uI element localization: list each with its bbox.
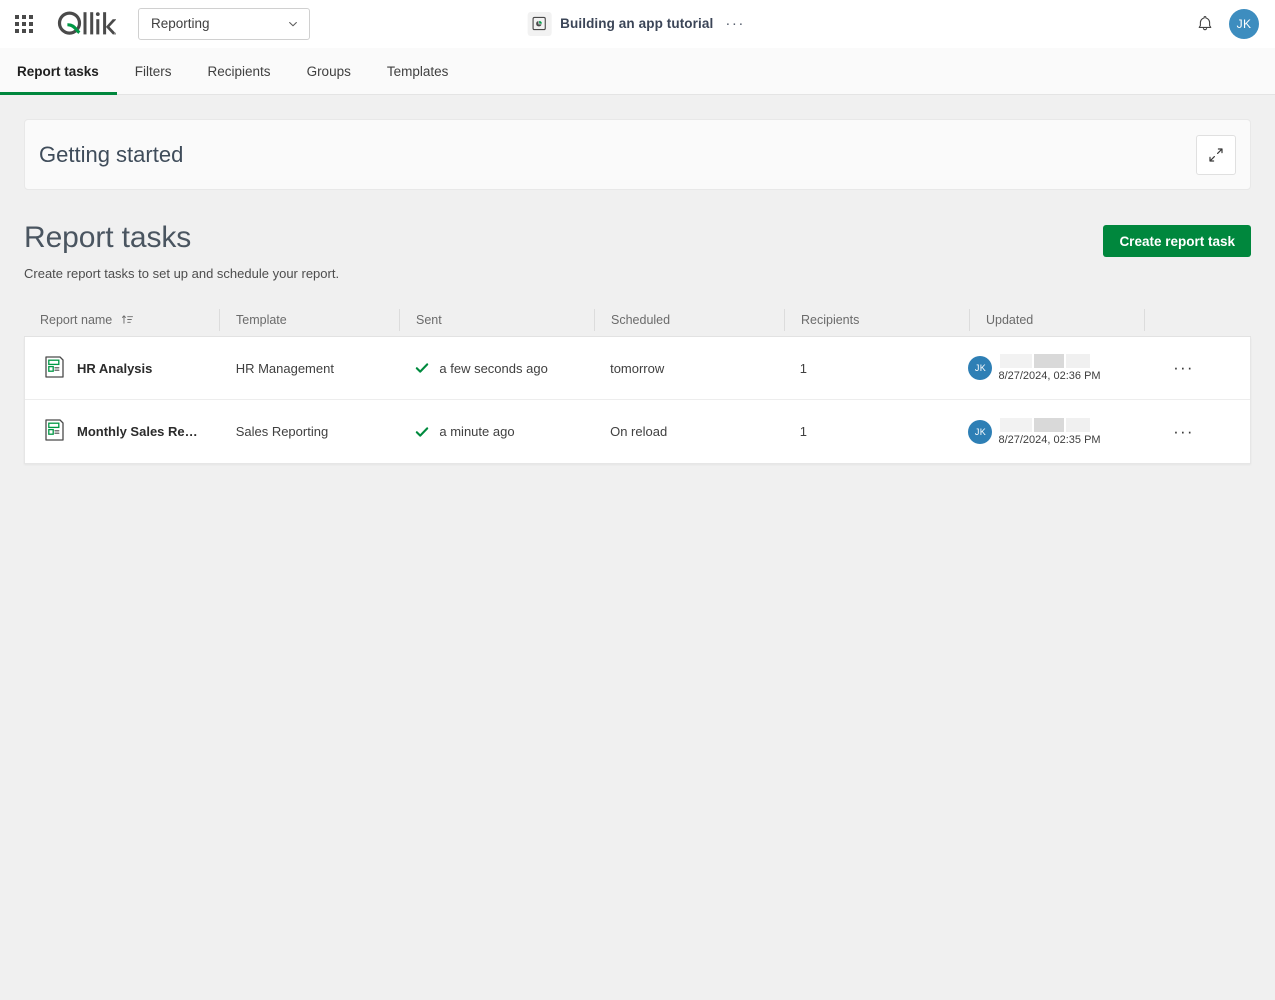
table-body: HR Analysis HR Management a few seconds … xyxy=(24,337,1251,464)
cell-report-name: HR Analysis xyxy=(25,355,220,382)
tab-label: Groups xyxy=(306,63,351,79)
tab-label: Templates xyxy=(386,63,449,79)
row-more-menu-button[interactable]: ··· xyxy=(1169,422,1198,442)
report-name-label: HR Analysis xyxy=(77,360,153,376)
column-label: Template xyxy=(236,312,287,327)
updated-timestamp: 8/27/2024, 02:36 PM xyxy=(998,370,1101,382)
cell-template: HR Management xyxy=(235,360,334,376)
getting-started-card: Getting started xyxy=(24,119,1251,190)
cell-updated: JK 8/27/2024, 02:35 PM xyxy=(968,417,1143,446)
page-header: Report tasks Create report tasks to set … xyxy=(24,221,1251,281)
app-title: Building an app tutorial xyxy=(560,16,714,31)
column-header-updated[interactable]: Updated xyxy=(969,308,1144,331)
avatar: JK xyxy=(968,419,993,444)
report-tasks-table: Report name Template Sent Scheduled Reci… xyxy=(24,303,1251,464)
tab-templates[interactable]: Templates xyxy=(369,48,467,94)
sent-label: a minute ago xyxy=(439,424,515,439)
cell-recipients: 1 xyxy=(799,360,807,376)
tab-bar: Report tasks Filters Recipients Groups T… xyxy=(0,48,1275,95)
column-label: Recipients xyxy=(801,312,860,327)
report-document-icon xyxy=(44,418,66,445)
column-label: Report name xyxy=(40,312,113,327)
updated-timestamp: 8/27/2024, 02:35 PM xyxy=(998,433,1101,446)
report-document-icon xyxy=(44,355,66,382)
create-report-task-button[interactable]: Create report task xyxy=(1103,225,1251,257)
cell-scheduled: tomorrow xyxy=(610,360,665,376)
chevron-down-icon xyxy=(289,21,297,26)
cell-template: Sales Reporting xyxy=(235,424,329,439)
main-content: Getting started Report tasks Create repo… xyxy=(0,119,1275,464)
row-more-menu-button[interactable]: ··· xyxy=(1169,358,1198,378)
check-icon xyxy=(415,361,429,375)
cell-report-name: Monthly Sales Rep… xyxy=(25,418,220,445)
cell-updated: JK 8/27/2024, 02:36 PM xyxy=(968,354,1143,382)
column-header-report-name[interactable]: Report name xyxy=(24,309,219,331)
avatar: JK xyxy=(968,356,993,380)
expand-arrows-icon[interactable] xyxy=(1196,134,1236,175)
tab-filters[interactable]: Filters xyxy=(117,48,190,94)
cell-scheduled: On reload xyxy=(610,424,668,439)
tab-label: Recipients xyxy=(207,63,271,79)
column-label: Updated xyxy=(986,312,1034,327)
tab-report-tasks[interactable]: Report tasks xyxy=(0,48,117,95)
column-header-actions xyxy=(1144,308,1251,331)
user-avatar[interactable]: JK xyxy=(1229,8,1259,39)
column-header-recipients[interactable]: Recipients xyxy=(784,308,969,331)
tab-groups[interactable]: Groups xyxy=(289,48,369,94)
column-label: Scheduled xyxy=(611,312,671,327)
column-label: Sent xyxy=(416,312,442,327)
top-bar-actions: JK xyxy=(1195,8,1275,39)
column-header-sent[interactable]: Sent xyxy=(399,308,594,331)
redacted-user-name xyxy=(1000,417,1100,432)
qlik-logo[interactable] xyxy=(54,9,116,39)
column-header-template[interactable]: Template xyxy=(219,308,399,331)
getting-started-title: Getting started xyxy=(39,141,184,167)
breadcrumb: Building an app tutorial ··· xyxy=(527,11,748,36)
redacted-user-name xyxy=(1000,354,1100,368)
report-name-label: Monthly Sales Rep… xyxy=(77,424,203,439)
cell-sent: a few seconds ago xyxy=(399,361,594,376)
cell-actions: ··· xyxy=(1143,422,1250,442)
cell-sent: a minute ago xyxy=(399,424,594,439)
cell-recipients: 1 xyxy=(799,424,807,439)
top-bar: Reporting Building an app tutorial ··· J… xyxy=(0,0,1275,48)
sent-label: a few seconds ago xyxy=(439,360,548,376)
page-title: Report tasks xyxy=(24,221,192,254)
space-selector-value: Reporting xyxy=(151,16,210,31)
bell-icon[interactable] xyxy=(1195,14,1215,34)
column-header-scheduled[interactable]: Scheduled xyxy=(594,308,784,331)
check-icon xyxy=(415,425,429,439)
page-subtitle: Create report tasks to set up and schedu… xyxy=(24,266,340,281)
space-selector[interactable]: Reporting xyxy=(138,7,310,40)
tab-label: Filters xyxy=(134,63,172,79)
grid-apps-icon[interactable] xyxy=(14,14,34,34)
cell-actions: ··· xyxy=(1143,358,1250,378)
table-header-row: Report name Template Sent Scheduled Reci… xyxy=(24,303,1251,337)
tab-recipients[interactable]: Recipients xyxy=(190,48,289,94)
app-more-menu[interactable]: ··· xyxy=(722,16,748,31)
table-row[interactable]: HR Analysis HR Management a few seconds … xyxy=(25,337,1250,400)
sort-ascending-icon xyxy=(121,313,134,326)
app-chart-icon xyxy=(527,11,552,36)
table-row[interactable]: Monthly Sales Rep… Sales Reporting a min… xyxy=(25,400,1250,463)
tab-label: Report tasks xyxy=(17,63,99,79)
